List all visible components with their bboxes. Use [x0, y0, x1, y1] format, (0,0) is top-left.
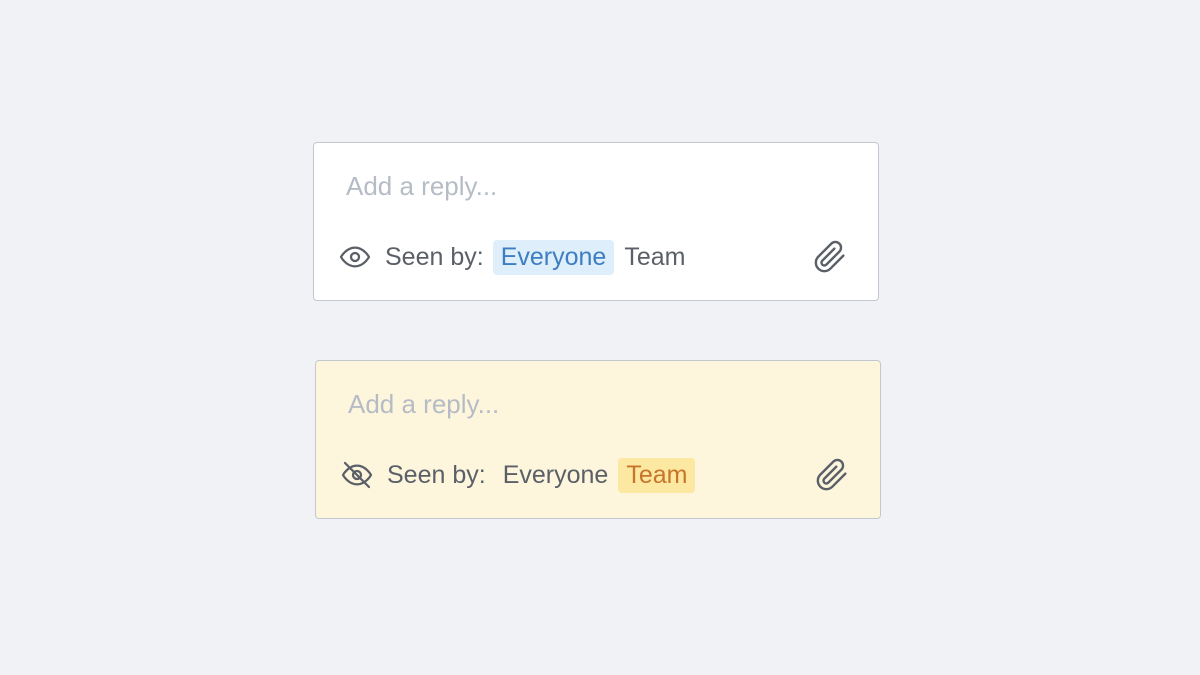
audience-option-everyone[interactable]: Everyone — [492, 239, 615, 275]
paperclip-icon — [815, 458, 849, 497]
audience-option-team[interactable]: Team — [616, 240, 693, 275]
visibility-row: Seen by: Everyone Team — [340, 457, 697, 493]
attach-button[interactable] — [814, 458, 850, 497]
reply-input[interactable] — [346, 163, 816, 209]
audience-option-everyone[interactable]: Everyone — [495, 458, 617, 493]
audience-option-team[interactable]: Team — [618, 457, 696, 493]
seen-by-label: Seen by: — [387, 460, 486, 489]
visibility-row: Seen by: Everyone Team — [338, 239, 695, 275]
reply-input[interactable] — [348, 381, 818, 427]
paperclip-icon — [813, 240, 847, 279]
attach-button[interactable] — [812, 240, 848, 279]
reply-composer-everyone: Seen by: Everyone Team — [313, 142, 879, 301]
seen-by-label: Seen by: — [385, 242, 484, 271]
eye-off-icon — [340, 458, 374, 492]
eye-icon — [338, 240, 372, 274]
reply-composer-team: Seen by: Everyone Team — [315, 360, 881, 519]
